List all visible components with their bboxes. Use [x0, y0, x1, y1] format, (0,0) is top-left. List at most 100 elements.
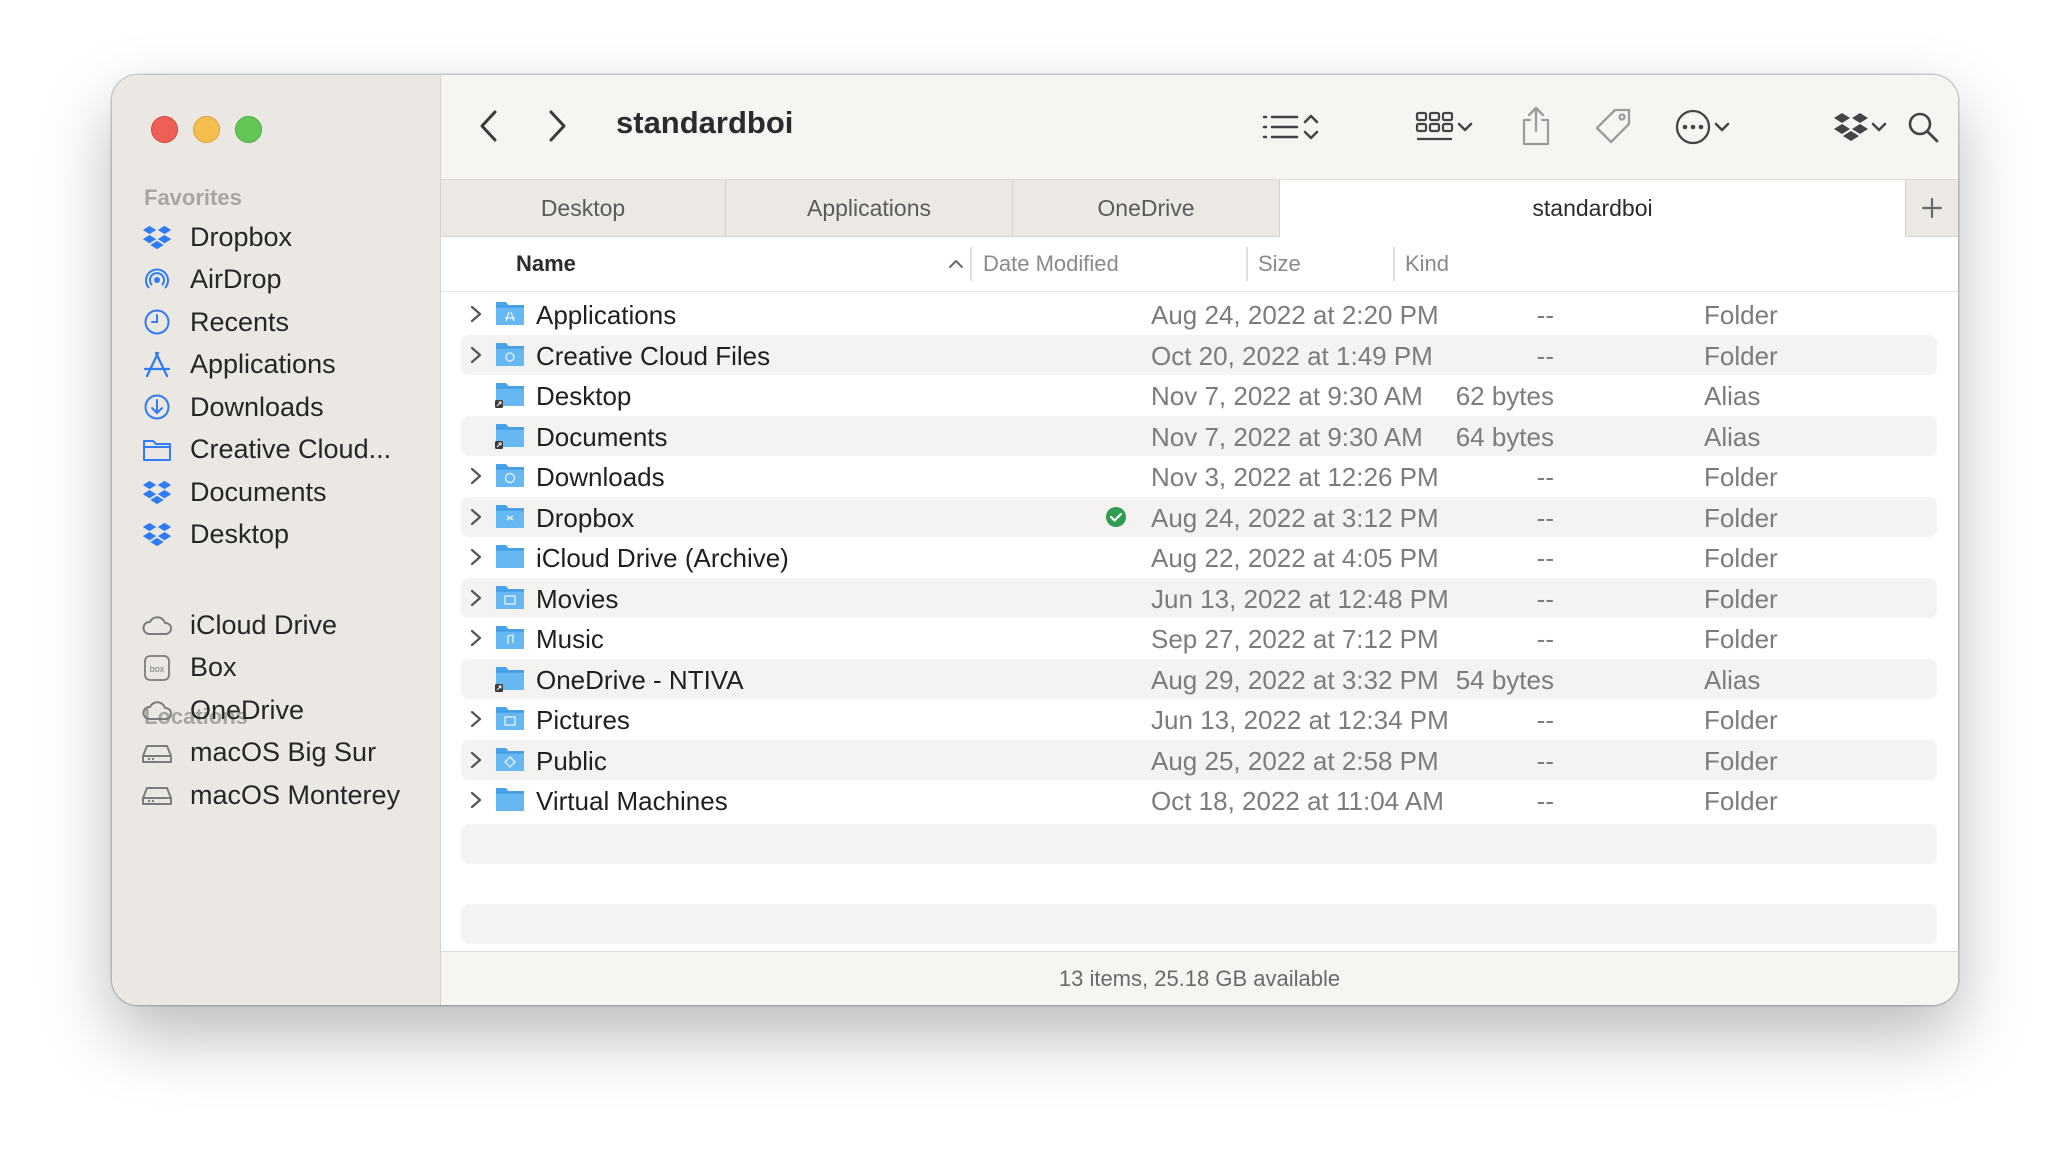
- column-header-kind[interactable]: Kind: [1405, 237, 1605, 291]
- table-row[interactable]: Creative Cloud Files Oct 20, 2022 at 1:49…: [461, 334, 1937, 375]
- close-window-button[interactable]: [151, 116, 178, 143]
- tag-icon: [1595, 108, 1631, 144]
- table-row[interactable]: Documents Nov 7, 2022 at 9:30 AM 64 bytes A…: [461, 415, 1937, 456]
- table-row[interactable]: Movies Jun 13, 2022 at 12:48 PM -- Folder: [461, 577, 1937, 618]
- zoom-window-button[interactable]: [235, 116, 262, 143]
- file-kind: Alias: [1704, 421, 1761, 452]
- tab-bar: Desktop Applications OneDrive standardboi: [441, 180, 1958, 237]
- folder-icon: [494, 461, 526, 489]
- minimize-window-button[interactable]: [193, 116, 220, 143]
- toolbar: standardboi: [441, 75, 1958, 180]
- folder-icon: [494, 583, 526, 611]
- table-row[interactable]: OneDrive - NTIVA Aug 29, 2022 at 3:32 PM 5…: [461, 658, 1937, 699]
- column-divider[interactable]: [970, 247, 972, 281]
- folder-icon: [494, 745, 526, 773]
- column-header-size-label: Size: [1258, 251, 1301, 276]
- column-header-size[interactable]: Size: [1258, 237, 1388, 291]
- disclosure-chevron-icon[interactable]: [466, 303, 486, 325]
- file-date-modified: Oct 18, 2022 at 11:04 AM: [1151, 786, 1444, 816]
- sidebar-item-label: macOS Big Sur: [190, 737, 377, 767]
- file-name: Applications: [536, 300, 677, 330]
- file-size: 62 bytes: [1455, 381, 1554, 411]
- file-date-modified: Sep 27, 2022 at 7:12 PM: [1151, 624, 1439, 654]
- file-name: Creative Cloud Files: [536, 340, 771, 371]
- synced-check-icon: [1105, 506, 1127, 528]
- file-name: OneDrive - NTIVA: [536, 664, 744, 695]
- column-header-name[interactable]: Name: [516, 237, 971, 291]
- file-name: Music: [536, 624, 604, 654]
- group-button[interactable]: [1405, 103, 1485, 151]
- table-row[interactable]: Dropbox Aug 24, 2022 at 3:12 PM -- Folder: [461, 496, 1937, 537]
- table-row[interactable]: Music Sep 27, 2022 at 7:12 PM -- Folder: [461, 618, 1937, 658]
- forward-button[interactable]: [537, 101, 577, 151]
- file-name: Public: [536, 745, 607, 776]
- plus-icon: [1921, 197, 1943, 219]
- column-header-date-label: Date Modified: [983, 251, 1119, 276]
- tab-desktop[interactable]: Desktop: [441, 180, 726, 236]
- tab-standardboi[interactable]: standardboi: [1280, 180, 1906, 237]
- sidebar-item-label: Creative Cloud...: [190, 434, 392, 464]
- file-size: 54 bytes: [1455, 664, 1554, 695]
- file-size: 64 bytes: [1455, 421, 1554, 452]
- table-row[interactable]: Desktop Nov 7, 2022 at 9:30 AM 62 bytes Ali…: [461, 375, 1937, 415]
- folder-icon: [494, 785, 526, 813]
- table-row[interactable]: Public Aug 25, 2022 at 2:58 PM -- Folder: [461, 739, 1937, 780]
- file-size: --: [1536, 786, 1554, 816]
- search-button[interactable]: [1901, 103, 1945, 151]
- folder-icon: [140, 433, 174, 467]
- tag-button[interactable]: [1591, 101, 1635, 151]
- dropbox-menu-button[interactable]: [1821, 103, 1901, 151]
- disclosure-chevron-icon[interactable]: [466, 627, 486, 649]
- empty-row: [461, 904, 1937, 944]
- file-kind: Folder: [1704, 583, 1778, 614]
- file-name: Pictures: [536, 705, 630, 735]
- file-kind: Alias: [1704, 664, 1761, 695]
- table-row[interactable]: Downloads Nov 3, 2022 at 12:26 PM -- Folder: [461, 456, 1937, 496]
- disk-icon: [140, 736, 174, 770]
- disclosure-chevron-icon[interactable]: [466, 789, 486, 811]
- table-row[interactable]: Pictures Jun 13, 2022 at 12:34 PM -- Folder: [461, 699, 1937, 739]
- share-button[interactable]: [1514, 101, 1558, 151]
- cloud-icon: [140, 608, 174, 642]
- empty-row: [461, 824, 1937, 864]
- column-divider[interactable]: [1393, 247, 1395, 281]
- sidebar-item-macos-monterey[interactable]: macOS Monterey: [140, 770, 430, 820]
- disclosure-chevron-icon[interactable]: [466, 344, 486, 366]
- main-pane: standardboi Desktop Applications OneDriv…: [441, 75, 1958, 1005]
- column-header-date[interactable]: Date Modified: [983, 237, 1243, 291]
- file-kind: Folder: [1704, 786, 1778, 816]
- action-button[interactable]: [1663, 103, 1743, 151]
- folder-icon: [494, 542, 526, 570]
- disclosure-chevron-icon[interactable]: [466, 587, 486, 609]
- back-button[interactable]: [469, 101, 509, 151]
- sidebar-item-label: AirDrop: [190, 264, 282, 294]
- file-name: Downloads: [536, 462, 665, 492]
- file-size: --: [1536, 543, 1554, 573]
- dropbox-icon: [140, 475, 174, 509]
- view-options-button[interactable]: [1251, 103, 1331, 151]
- chevron-left-icon: [480, 110, 497, 142]
- file-size: --: [1536, 705, 1554, 735]
- table-row[interactable]: iCloud Drive (Archive) Aug 22, 2022 at 4:…: [461, 537, 1937, 577]
- tab-onedrive[interactable]: OneDrive: [1013, 180, 1280, 236]
- new-tab-button[interactable]: [1906, 180, 1958, 236]
- file-size: --: [1536, 583, 1554, 614]
- disclosure-chevron-icon[interactable]: [466, 546, 486, 568]
- sidebar-item-desktop[interactable]: Desktop: [140, 510, 430, 560]
- disclosure-chevron-icon[interactable]: [466, 465, 486, 487]
- disclosure-chevron-icon[interactable]: [466, 708, 486, 730]
- sidebar-item-label: Applications: [190, 349, 336, 379]
- up-down-chevron-icon: [1303, 114, 1319, 140]
- disk-icon: [140, 778, 174, 812]
- disclosure-chevron-icon[interactable]: [466, 506, 486, 528]
- file-name: iCloud Drive (Archive): [536, 543, 789, 573]
- table-row[interactable]: Virtual Machines Oct 18, 2022 at 11:04 AM…: [461, 780, 1937, 820]
- tab-applications[interactable]: Applications: [726, 180, 1013, 236]
- table-row[interactable]: Applications Aug 24, 2022 at 2:20 PM -- Fol…: [461, 294, 1937, 334]
- file-size: --: [1536, 745, 1554, 776]
- chevron-down-icon: [1457, 122, 1473, 132]
- disclosure-chevron-icon[interactable]: [466, 749, 486, 771]
- file-name: Virtual Machines: [536, 786, 728, 816]
- file-kind: Folder: [1704, 624, 1778, 654]
- column-divider[interactable]: [1246, 247, 1248, 281]
